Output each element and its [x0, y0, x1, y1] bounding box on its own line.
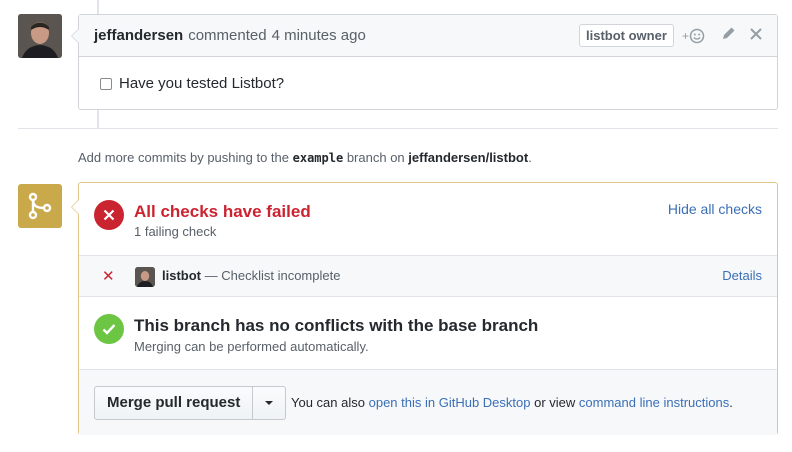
merge-note-middle: or view: [534, 395, 576, 410]
smiley-icon: [689, 28, 705, 44]
check-description: — Checklist incomplete: [204, 268, 341, 283]
push-info-middle: branch on: [346, 150, 405, 165]
timeline-line: [97, 110, 99, 128]
comment-action: commented: [188, 27, 267, 44]
merge-alternatives: You can also open this in GitHub Desktop…: [291, 395, 733, 410]
avatar-image: [18, 14, 62, 58]
checks-status-subtitle: 1 failing check: [134, 224, 217, 239]
avatar-image: [135, 267, 155, 287]
check-details-link[interactable]: Details: [722, 268, 762, 283]
close-icon: [750, 28, 762, 40]
merge-note-prefix: You can also: [291, 395, 365, 410]
merge-footer: Merge pull request You can also open thi…: [79, 369, 777, 435]
open-in-desktop-link[interactable]: open this in GitHub Desktop: [369, 395, 531, 410]
hide-all-checks-link[interactable]: Hide all checks: [668, 201, 762, 217]
comment-author-avatar[interactable]: [18, 14, 62, 58]
comment-timestamp[interactable]: 4 minutes ago: [272, 27, 366, 44]
push-info-prefix: Add more commits by pushing to the: [78, 150, 289, 165]
plus-icon: +: [682, 29, 690, 43]
checks-status-title: All checks have failed: [134, 202, 311, 221]
check-icon: [102, 324, 116, 335]
merge-box: All checks have failed 1 failing check H…: [71, 182, 778, 435]
check-failed-icon: ✕: [102, 268, 115, 285]
check-name: listbot: [162, 268, 201, 283]
push-info-suffix: .: [528, 150, 532, 165]
repo-name: jeffandersen/listbot: [408, 150, 529, 165]
check-app-avatar: [135, 267, 155, 287]
comment-body: Have you tested Listbot?: [79, 57, 777, 92]
check-item: ✕ listbot — Checklist incomplete Details: [79, 255, 777, 297]
delete-button[interactable]: [750, 26, 762, 46]
timeline-divider: [18, 128, 778, 129]
comment-box: jeffandersen commented 4 minutes ago lis…: [71, 14, 778, 110]
conflicts-status-title: This branch has no conflicts with the ba…: [134, 316, 539, 335]
x-icon: [103, 209, 115, 221]
conflicts-status-subtitle: Merging can be performed automatically.: [134, 339, 369, 354]
git-merge-icon: [28, 192, 52, 220]
branch-name: example: [292, 151, 344, 165]
no-conflicts-badge: [94, 314, 124, 344]
merge-button-group: Merge pull request: [94, 386, 287, 420]
push-info: Add more commits by pushing to the examp…: [78, 150, 532, 165]
comment-author-link[interactable]: jeffandersen: [94, 27, 183, 44]
checks-failed-badge: [94, 200, 124, 230]
owner-badge: listbot owner: [579, 24, 674, 47]
caret-down-icon: [265, 401, 274, 405]
check-text: listbot — Checklist incomplete: [162, 268, 340, 283]
edit-button[interactable]: [722, 26, 736, 46]
comment-header: jeffandersen commented 4 minutes ago lis…: [79, 15, 777, 57]
command-line-instructions-link[interactable]: command line instructions: [579, 395, 729, 410]
add-reaction-button[interactable]: +: [682, 26, 705, 46]
task-checkbox[interactable]: [100, 77, 112, 90]
task-label: Have you tested Listbot?: [119, 75, 285, 92]
merge-status-icon: [18, 184, 62, 228]
merge-pull-request-button[interactable]: Merge pull request: [95, 387, 254, 419]
timeline-line-top: [97, 0, 99, 14]
pencil-icon: [723, 27, 735, 39]
merge-method-dropdown[interactable]: [253, 387, 285, 419]
merge-note-suffix: .: [729, 395, 733, 410]
